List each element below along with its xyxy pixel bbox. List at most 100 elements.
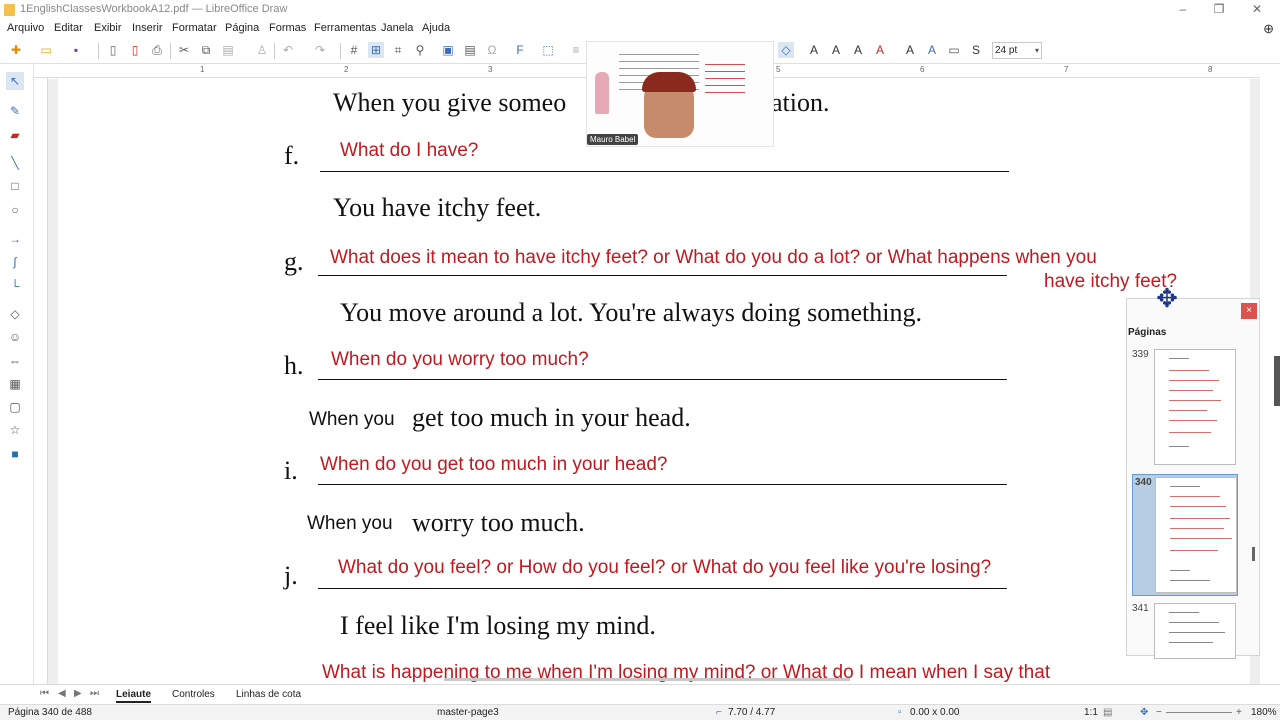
menu-janela[interactable]: Janela: [381, 22, 413, 34]
page-thumbnail-340[interactable]: 340: [1132, 474, 1238, 596]
pages-panel-title: Páginas: [1128, 327, 1167, 338]
menu-ajuda[interactable]: Ajuda: [422, 22, 450, 34]
text-attributes-icon[interactable]: A: [850, 42, 866, 58]
canvas-horizontal-scrollbar[interactable]: [444, 678, 850, 681]
select-icon[interactable]: ↖: [6, 72, 24, 90]
item-letter: f.: [284, 141, 300, 170]
rectangle-icon[interactable]: □: [6, 177, 24, 195]
cut-icon[interactable]: ✂: [176, 42, 192, 58]
window-title: 1EnglishClassesWorkbookA12.pdf — LibreOf…: [20, 3, 288, 15]
helplines-icon[interactable]: ⊞: [368, 42, 384, 58]
connector-icon[interactable]: └: [6, 277, 24, 295]
new-document-icon[interactable]: ✚: [8, 42, 24, 58]
snap-guides-icon[interactable]: ⌗: [390, 42, 406, 58]
save-icon[interactable]: ▪: [68, 42, 84, 58]
close-icon[interactable]: ✕: [1250, 2, 1264, 16]
previous-page-icon[interactable]: ◀: [58, 688, 66, 699]
clear-formatting-icon[interactable]: A: [924, 42, 940, 58]
grid-icon[interactable]: #: [346, 42, 362, 58]
line-color-icon[interactable]: ✎: [6, 102, 24, 120]
next-page-icon[interactable]: ▶: [74, 688, 82, 699]
page-thumbnail-341[interactable]: 341: [1132, 603, 1238, 659]
accessibility-icon[interactable]: ⊕: [1263, 21, 1274, 37]
paragraph-icon[interactable]: ▭: [946, 42, 962, 58]
cursor-position: 7.70 / 4.77: [728, 707, 776, 718]
menu-formatar[interactable]: Formatar: [172, 22, 217, 34]
curve-icon[interactable]: ∫: [6, 253, 24, 271]
align-objects-icon[interactable]: ≡: [568, 42, 584, 58]
pages-panel: × Páginas 339 340 341: [1126, 298, 1260, 659]
strikethrough-icon[interactable]: S: [968, 42, 984, 58]
pdf-page[interactable]: When you give someo ation. f. What do I …: [58, 79, 1250, 684]
stars-icon[interactable]: ☆: [6, 421, 24, 439]
thumbnail-image: [1154, 349, 1236, 465]
tab-controles[interactable]: Controles: [172, 689, 215, 700]
zoom-slider[interactable]: [1166, 712, 1232, 713]
shrink-font-icon[interactable]: A: [902, 42, 918, 58]
zoom-out-icon[interactable]: −: [1156, 707, 1162, 718]
flowchart-icon[interactable]: ▦: [6, 375, 24, 393]
insert-image-icon[interactable]: ▣: [440, 42, 456, 58]
answer-text[interactable]: When do you worry too much?: [331, 349, 589, 371]
fontwork-shape-icon[interactable]: A: [828, 42, 844, 58]
redo-icon[interactable]: ↷: [312, 42, 328, 58]
3d-objects-icon[interactable]: ■: [6, 445, 24, 463]
insert-textbox-icon[interactable]: ▤: [462, 42, 478, 58]
export-icon[interactable]: ▯: [105, 42, 121, 58]
special-character-icon[interactable]: Ω: [484, 42, 500, 58]
panel-scrollbar[interactable]: [1252, 547, 1255, 561]
zoom-in-icon[interactable]: +: [1236, 707, 1242, 718]
export-pdf-icon[interactable]: ▯: [127, 42, 143, 58]
menu-editar[interactable]: Editar: [54, 22, 83, 34]
clone-formatting-icon[interactable]: ♙: [254, 42, 270, 58]
zoom-level[interactable]: 180%: [1251, 707, 1277, 718]
transformations-icon[interactable]: ⬚: [540, 42, 556, 58]
paste-icon[interactable]: ▤: [220, 42, 236, 58]
answer-text[interactable]: What do I have?: [340, 140, 478, 162]
document-modified-icon[interactable]: ▤: [1103, 707, 1112, 718]
menu-arquivo[interactable]: Arquivo: [7, 22, 44, 34]
menu-formas[interactable]: Formas: [269, 22, 306, 34]
fontwork-icon[interactable]: F: [512, 42, 528, 58]
font-color-icon[interactable]: A: [872, 42, 888, 58]
vertical-ruler[interactable]: [34, 78, 48, 684]
basic-shapes-icon[interactable]: ◇: [6, 305, 24, 323]
chevron-down-icon[interactable]: ▾: [1035, 43, 1039, 58]
canvas-vertical-scrollbar[interactable]: [1274, 356, 1280, 406]
drawing-canvas[interactable]: When you give someo ation. f. What do I …: [48, 79, 1260, 684]
last-page-icon[interactable]: ⏭: [90, 688, 99, 699]
answer-text[interactable]: When do you get too much in your head?: [320, 454, 668, 476]
fit-page-icon[interactable]: ✥: [1140, 707, 1148, 718]
ellipse-icon[interactable]: ○: [6, 201, 24, 219]
tab-linhas-de-cota[interactable]: Linhas de cota: [236, 689, 301, 700]
restore-icon[interactable]: ❐: [1212, 2, 1226, 16]
font-size-field[interactable]: 24 pt ▾: [992, 42, 1042, 59]
first-page-icon[interactable]: ⏮: [40, 688, 49, 699]
callouts-icon[interactable]: ▢: [6, 398, 24, 416]
line-icon[interactable]: ╲: [6, 154, 24, 172]
menu-ferramentas[interactable]: Ferramentas: [314, 22, 376, 34]
fill-color-icon[interactable]: ▰: [6, 126, 24, 144]
minimize-icon[interactable]: –: [1176, 2, 1190, 16]
print-icon[interactable]: ⎙: [149, 42, 165, 58]
presenter-cap: [642, 72, 696, 92]
scale-indicator: 1:1: [1084, 707, 1098, 718]
answer-text[interactable]: What do you feel? or How do you feel? or…: [338, 557, 991, 579]
arrow-line-icon[interactable]: →: [6, 230, 24, 248]
tab-leiaute[interactable]: Leiaute: [116, 689, 152, 703]
menu-exibir[interactable]: Exibir: [94, 22, 122, 34]
worksheet-statement: worry too much.: [412, 508, 585, 537]
menu-pagina[interactable]: Página: [225, 22, 259, 34]
zoom-icon[interactable]: ⚲: [412, 42, 428, 58]
page-thumbnail-339[interactable]: 339: [1132, 349, 1238, 467]
close-panel-icon[interactable]: ×: [1241, 303, 1257, 319]
undo-icon[interactable]: ↶: [280, 42, 296, 58]
character-icon[interactable]: A: [806, 42, 822, 58]
answer-text[interactable]: What does it mean to have itchy feet? or…: [330, 247, 1097, 269]
menu-inserir[interactable]: Inserir: [132, 22, 163, 34]
copy-icon[interactable]: ⧉: [198, 42, 214, 58]
block-arrows-icon[interactable]: ⇔: [6, 352, 24, 370]
open-folder-icon[interactable]: ▭: [38, 42, 54, 58]
symbol-shapes-icon[interactable]: ☺: [6, 328, 24, 346]
shadow-icon[interactable]: ◇: [778, 42, 794, 58]
